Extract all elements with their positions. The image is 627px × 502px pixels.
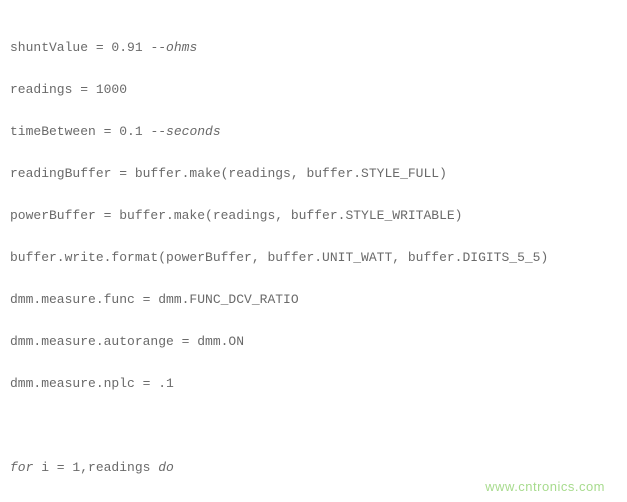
code-line: dmm.measure.nplc = .1 <box>10 373 617 394</box>
code-line: for i = 1,readings do <box>10 457 617 478</box>
code-text: dmm.measure.autorange = dmm.ON <box>10 334 244 349</box>
code-comment: --seconds <box>150 124 220 139</box>
code-line: dmm.measure.func = dmm.FUNC_DCV_RATIO <box>10 289 617 310</box>
code-text: readingBuffer = buffer.make(readings, bu… <box>10 166 447 181</box>
code-keyword: do <box>158 460 174 475</box>
blank-line <box>10 415 617 436</box>
code-line: buffer.write.format(powerBuffer, buffer.… <box>10 247 617 268</box>
code-keyword: for <box>10 460 33 475</box>
code-line: powerBuffer = buffer.make(readings, buff… <box>10 205 617 226</box>
code-text: readings = 1000 <box>10 82 127 97</box>
code-text: dmm.measure.nplc = .1 <box>10 376 174 391</box>
code-comment: --ohms <box>150 40 197 55</box>
code-block: shuntValue = 0.91 --ohms readings = 1000… <box>0 0 627 502</box>
code-text: shuntValue = 0.91 <box>10 40 150 55</box>
code-text: dmm.measure.func = dmm.FUNC_DCV_RATIO <box>10 292 299 307</box>
code-line: timeBetween = 0.1 --seconds <box>10 121 617 142</box>
code-text: buffer.write.format(powerBuffer, buffer.… <box>10 250 548 265</box>
code-text: timeBetween = 0.1 <box>10 124 150 139</box>
code-line: shuntValue = 0.91 --ohms <box>10 37 617 58</box>
code-line: readingBuffer = buffer.make(readings, bu… <box>10 163 617 184</box>
code-text: powerBuffer = buffer.make(readings, buff… <box>10 208 462 223</box>
watermark-text: www.cntronics.com <box>485 479 605 494</box>
code-text: i = 1,readings <box>33 460 158 475</box>
code-line: dmm.measure.autorange = dmm.ON <box>10 331 617 352</box>
code-line: readings = 1000 <box>10 79 617 100</box>
